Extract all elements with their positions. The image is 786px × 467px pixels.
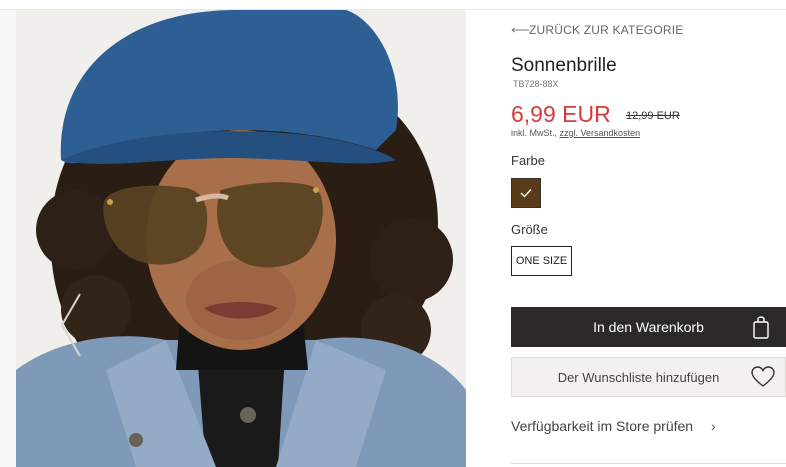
product-price: 6,99 EUR: [511, 101, 611, 127]
product-image[interactable]: [16, 10, 466, 467]
tax-text: inkl. MwSt.,: [511, 128, 558, 138]
add-to-wishlist-button[interactable]: Der Wunschliste hinzufügen: [511, 357, 786, 397]
product-sku: TB728-88X: [513, 79, 559, 89]
check-icon: [520, 189, 532, 198]
wishlist-label: Der Wunschliste hinzufügen: [557, 369, 720, 385]
back-to-category-link[interactable]: ⟵ZURÜCK ZUR KATEGORIE: [511, 22, 683, 38]
product-old-price: 12,99 EUR: [626, 110, 680, 122]
heart-icon: [751, 366, 775, 387]
chevron-right-icon: ›: [711, 418, 716, 434]
section-divider: [511, 463, 786, 464]
arrow-left-icon: ⟵: [511, 22, 530, 37]
store-availability-link[interactable]: Verfügbarkeit im Store prüfen ›: [511, 418, 716, 434]
gallery-left-edge: [0, 10, 16, 467]
color-swatch-selected[interactable]: [511, 178, 541, 208]
product-title: Sonnenbrille: [511, 55, 617, 76]
size-label: Größe: [511, 222, 548, 237]
tax-info: inkl. MwSt., zzgl. Versandkosten: [511, 128, 640, 138]
shopping-bag-icon: [753, 316, 769, 339]
color-label: Farbe: [511, 153, 545, 168]
add-to-cart-label: In den Warenkorb: [593, 319, 704, 335]
back-to-category-label: ZURÜCK ZUR KATEGORIE: [529, 23, 684, 37]
prev-image-icon[interactable]: [56, 290, 86, 360]
store-availability-label: Verfügbarkeit im Store prüfen: [511, 418, 694, 434]
product-photo-illustration: [16, 10, 466, 467]
size-option-one-size[interactable]: ONE SIZE: [511, 246, 572, 276]
shipping-link[interactable]: zzgl. Versandkosten: [560, 128, 641, 138]
add-to-cart-button[interactable]: In den Warenkorb: [511, 307, 786, 347]
